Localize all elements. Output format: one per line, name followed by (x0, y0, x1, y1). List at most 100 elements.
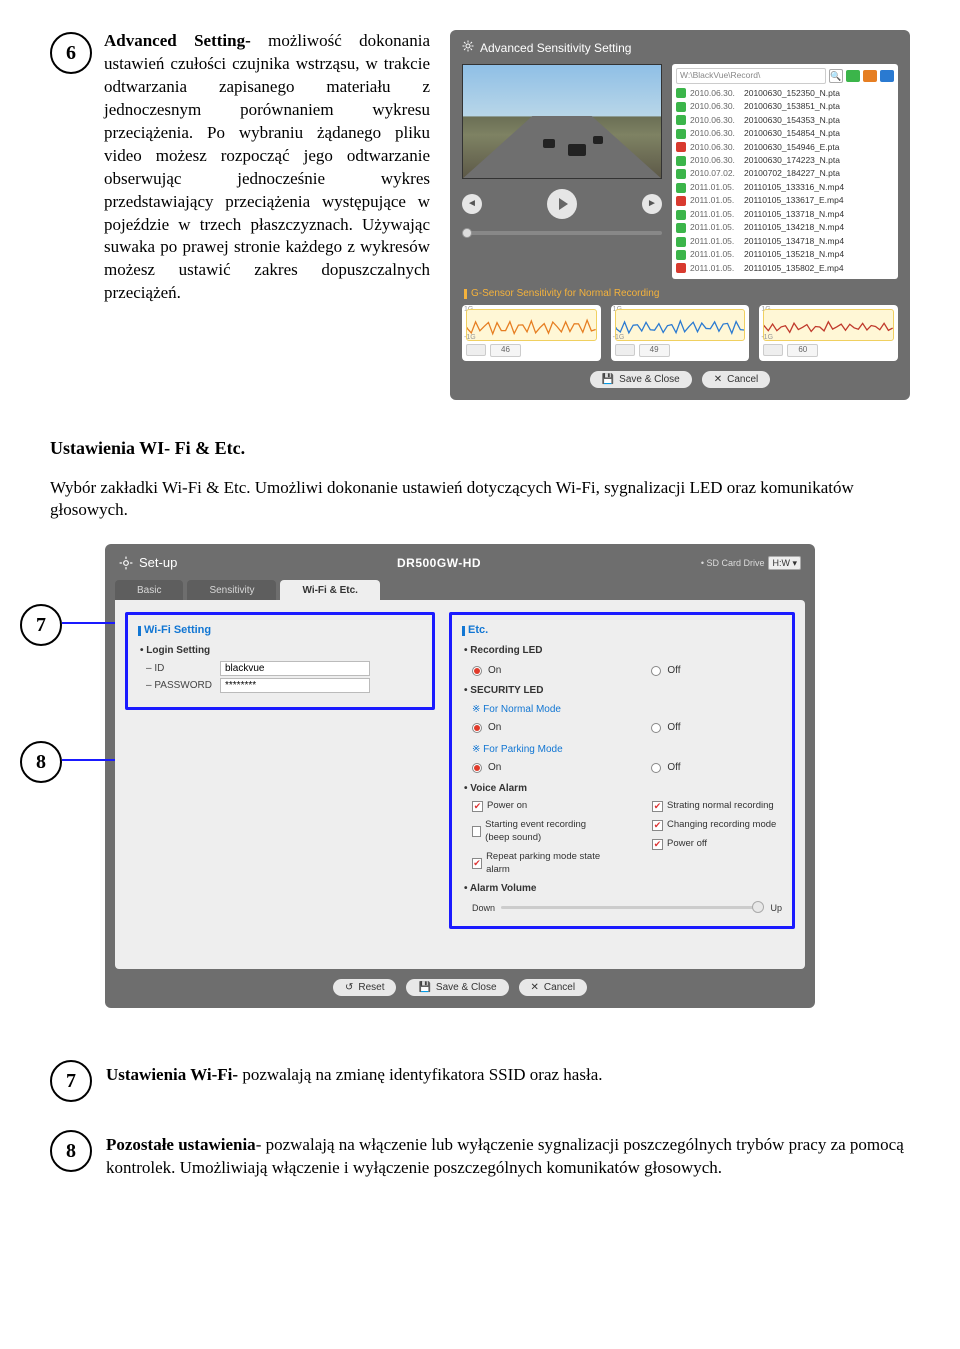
file-name: 20100630_153851_N.pta (744, 101, 894, 112)
badge-6: 6 (50, 32, 92, 74)
file-date: 2011.01.05. (690, 249, 740, 260)
on-label: On (488, 664, 501, 678)
tab-wifi-etc[interactable]: Wi-Fi & Etc. (280, 580, 379, 601)
wave-value[interactable]: 60 (787, 344, 818, 357)
file-row[interactable]: 2011.01.05.20110105_135802_E.mp4 (676, 262, 894, 275)
file-row[interactable]: 2011.01.05.20110105_135218_N.mp4 (676, 248, 894, 261)
file-type-icon (676, 102, 686, 112)
file-row[interactable]: 2010.06.30.20100630_174223_N.pta (676, 154, 894, 167)
file-row[interactable]: 2010.07.02.20100702_184227_N.pta (676, 167, 894, 180)
cancel-icon: ✕ (531, 981, 539, 995)
badge-7-bottom: 7 (50, 1060, 92, 1102)
tab-sensitivity[interactable]: Sensitivity (187, 580, 276, 601)
wave-box: 1G-1G49 (611, 305, 750, 361)
wave-box: 1G-1G46 (462, 305, 601, 361)
wave-value[interactable]: 46 (490, 344, 521, 357)
play-button[interactable] (547, 189, 577, 219)
sec-normal-on-radio[interactable] (472, 723, 482, 733)
item-6-lead: Advanced Setting- (104, 31, 251, 50)
chk-power-off[interactable]: ✔ (652, 839, 663, 850)
sec-normal-off-radio[interactable] (651, 723, 661, 733)
file-name: 20100630_174223_N.pta (744, 155, 894, 166)
connector-7 (62, 622, 122, 624)
search-icon[interactable]: 🔍 (829, 69, 843, 83)
rec-led-on-radio[interactable] (472, 666, 482, 676)
file-type-icon (676, 183, 686, 193)
reset-button[interactable]: ↺Reset (333, 979, 397, 997)
vol-up-label: Up (770, 902, 782, 914)
sec-park-off-radio[interactable] (651, 763, 661, 773)
next-button[interactable]: ► (642, 194, 662, 214)
file-name: 20110105_135802_E.mp4 (744, 263, 894, 274)
filter-parking-button[interactable] (880, 70, 894, 82)
file-type-icon (676, 169, 686, 179)
file-type-icon (676, 263, 686, 273)
chk-change-mode[interactable]: ✔ (652, 820, 663, 831)
file-row[interactable]: 2011.01.05.20110105_134218_N.mp4 (676, 221, 894, 234)
file-row[interactable]: 2010.06.30.20100630_154854_N.pta (676, 127, 894, 140)
file-date: 2010.07.02. (690, 168, 740, 179)
off-label: Off (667, 664, 680, 678)
drive-select[interactable]: H:W ▾ (768, 556, 801, 570)
volume-knob[interactable] (752, 901, 764, 913)
rec-led-off-radio[interactable] (651, 666, 661, 676)
file-name: 20110105_134218_N.mp4 (744, 222, 894, 233)
save-close-button[interactable]: 💾Save & Close (590, 371, 692, 389)
progress-bar[interactable] (462, 231, 662, 235)
file-row[interactable]: 2010.06.30.20100630_154353_N.pta (676, 114, 894, 127)
file-row[interactable]: 2010.06.30.20100630_154946_E.pta (676, 141, 894, 154)
file-type-icon (676, 210, 686, 220)
file-type-icon (676, 88, 686, 98)
tab-basic[interactable]: Basic (115, 580, 183, 601)
security-led-label: • SECURITY LED (464, 684, 782, 698)
axis-icon (763, 344, 783, 356)
file-row[interactable]: 2011.01.05.20110105_134718_N.mp4 (676, 235, 894, 248)
file-row[interactable]: 2010.06.30.20100630_152350_N.pta (676, 87, 894, 100)
chk-repeat-park[interactable]: ✔ (472, 858, 482, 869)
item-8-text: Pozostałe ustawienia- pozwalają na włącz… (106, 1128, 910, 1180)
scale-bottom: -1G (761, 333, 773, 342)
file-list[interactable]: 2010.06.30.20100630_152350_N.pta2010.06.… (676, 87, 894, 276)
password-input[interactable] (220, 678, 370, 693)
item-7-text: Ustawienia Wi-Fi- pozwalają na zmianę id… (106, 1058, 910, 1087)
chk-start-normal[interactable]: ✔ (652, 801, 663, 812)
item-8-bold: Pozostałe ustawienia (106, 1135, 256, 1154)
file-path[interactable]: W:\BlackVue\Record\ (676, 68, 826, 83)
file-type-icon (676, 115, 686, 125)
chk-start-event[interactable] (472, 826, 481, 837)
waveform (615, 309, 746, 341)
voice-alarm-label: • Voice Alarm (464, 782, 782, 796)
login-setting-label: • Login Setting (140, 644, 422, 658)
sec-park-on-radio[interactable] (472, 763, 482, 773)
video-frame[interactable] (462, 64, 662, 179)
id-label: – ID (146, 662, 214, 676)
file-row[interactable]: 2011.01.05. 20110105_133617_E.mp4 (676, 194, 894, 207)
video-player: ◄ ► (462, 64, 662, 279)
alarm-volume-label: • Alarm Volume (464, 882, 782, 896)
file-row[interactable]: 2010.06.30.20100630_153851_N.pta (676, 100, 894, 113)
waveform (763, 309, 894, 341)
file-date: 2011.01.05. (690, 195, 740, 206)
save-close-button[interactable]: 💾Save & Close (406, 979, 508, 997)
badge-8: 8 (20, 741, 62, 783)
file-row[interactable]: 2011.01.05.20110105_133718_N.mp4 (676, 208, 894, 221)
prev-button[interactable]: ◄ (462, 194, 482, 214)
chk-power-on[interactable]: ✔ (472, 801, 483, 812)
id-input[interactable] (220, 661, 370, 676)
file-row[interactable]: 2011.01.05.20110105_133316_N.mp4 (676, 181, 894, 194)
file-name: 20110105_133617_E.mp4 (744, 195, 894, 206)
file-type-icon (676, 250, 686, 260)
cancel-button[interactable]: ✕Cancel (702, 371, 771, 389)
wave-value[interactable]: 49 (639, 344, 670, 357)
cancel-button[interactable]: ✕Cancel (519, 979, 588, 997)
filter-event-button[interactable] (863, 70, 877, 82)
progress-knob[interactable] (462, 228, 472, 238)
item-6-text: Advanced Setting- możliwość dokonania us… (104, 30, 430, 305)
waveform (466, 309, 597, 341)
section-heading: Ustawienia WI- Fi & Etc. (50, 436, 910, 460)
parking-mode-note: ※ For Parking Mode (472, 743, 782, 757)
volume-slider[interactable] (501, 906, 764, 909)
badge-7: 7 (20, 604, 62, 646)
filter-normal-button[interactable] (846, 70, 860, 82)
section-paragraph: Wybór zakładki Wi-Fi & Etc. Umożliwi dok… (50, 477, 910, 523)
